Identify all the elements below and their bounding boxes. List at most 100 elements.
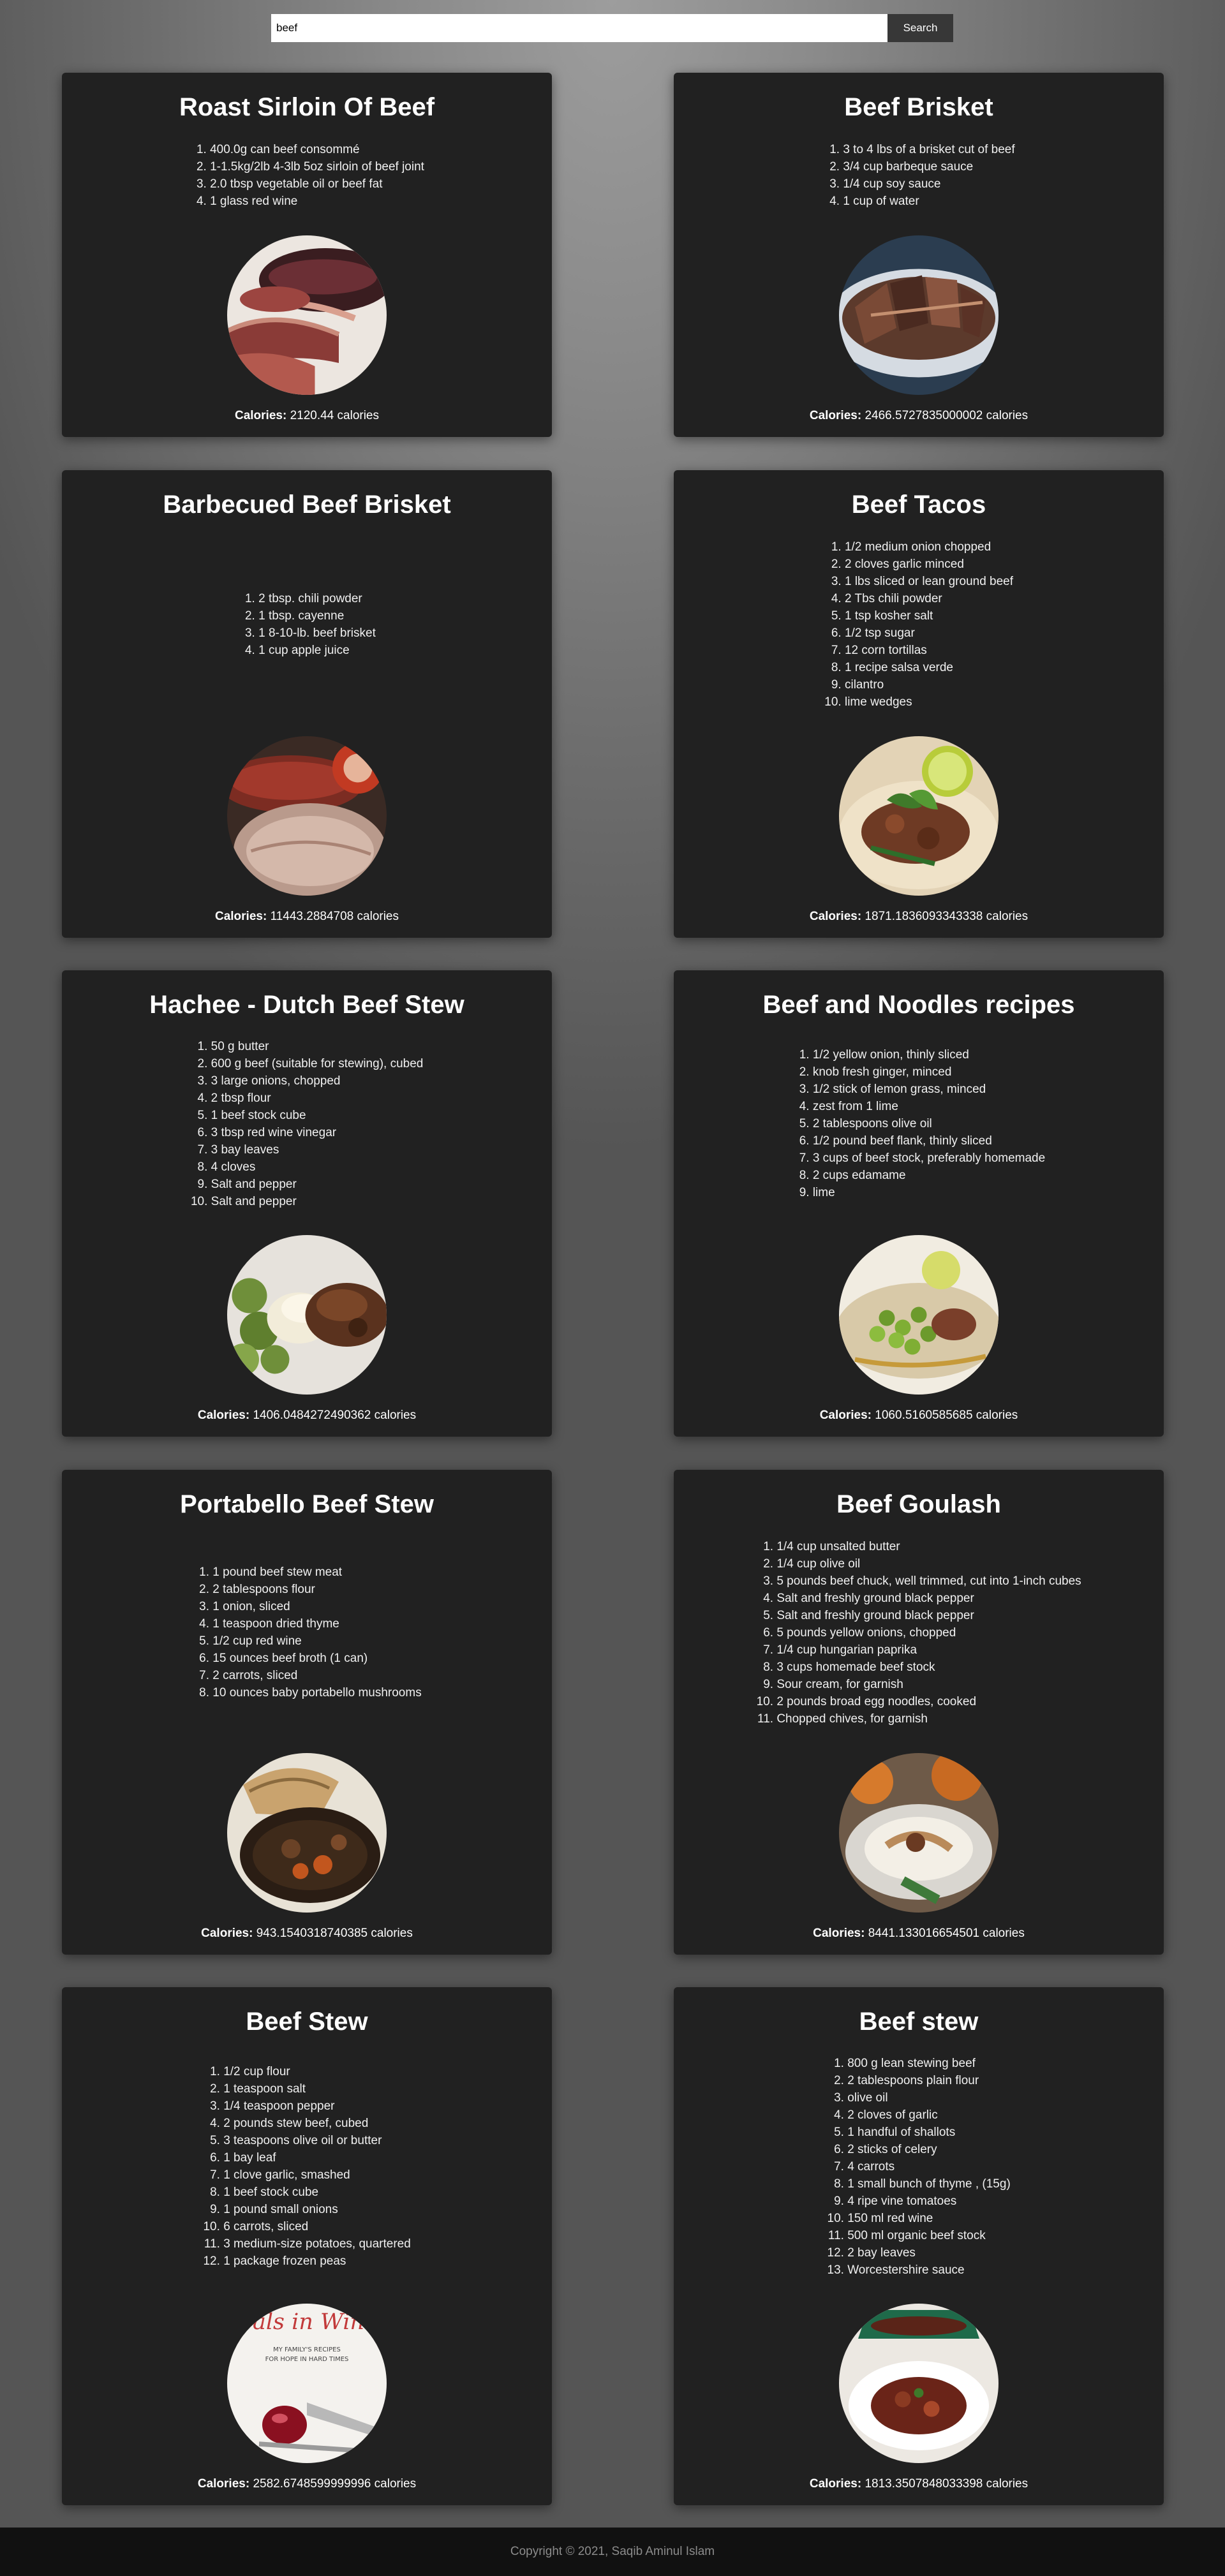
ingredient-item: 2 cloves of garlic [847,2106,1011,2124]
recipe-title: Beef stew [859,2008,979,2036]
ingredient-item: 4 carrots [847,2158,1011,2175]
calories: Calories: 1871.1836093343338 calories [810,910,1028,924]
calories-value: 1871.1836093343338 [865,910,983,923]
ingredient-item: 400.0g can beef consommé [210,141,424,158]
calories-value: 2120.44 [290,409,334,422]
recipe-card: Barbecued Beef Brisket 2 tbsp. chili pow… [62,470,552,938]
ingredient-item: 1/2 cup flour [223,2063,411,2080]
ingredient-item: 2 tablespoons flour [212,1581,421,1598]
copyright-text: Copyright © 2021, Saqib Aminul Islam [510,2545,715,2558]
recipe-card: Beef Goulash 1/4 cup unsalted butter1/4 … [674,1470,1164,1955]
ingredient-item: 1-1.5kg/2lb 4-3lb 5oz sirloin of beef jo… [210,158,424,175]
recipe-card: Beef and Noodles recipes 1/2 yellow onio… [674,970,1164,1437]
calories-label: Calories: [197,1409,250,1422]
ingredient-item: 1 pound small onions [223,2201,411,2218]
recipe-title: Portabello Beef Stew [180,1490,434,1518]
calories-unit: calories [371,1927,413,1940]
calories-value: 11443.2884708 [270,910,354,923]
recipe-photo [227,1753,387,1913]
calories-value: 8441.133016654501 [868,1927,980,1940]
ingredient-item: 2 tablespoons olive oil [813,1115,1045,1132]
ingredient-list: 1/2 cup flour1 teaspoon salt1/4 teaspoon… [203,2063,411,2270]
ingredient-item: 6 carrots, sliced [223,2218,411,2235]
calories: Calories: 11443.2884708 calories [215,910,399,924]
ingredient-item: 1 teaspoon dried thyme [212,1615,421,1632]
ingredient-list: 1/2 medium onion chopped2 cloves garlic … [824,538,1013,711]
recipe-title: Hachee - Dutch Beef Stew [149,991,464,1019]
recipe-card: Beef stew 800 g lean stewing beef2 table… [674,1987,1164,2505]
ingredient-item: 500 ml organic beef stock [847,2227,1011,2244]
calories-label: Calories: [201,1927,253,1940]
calories-label: Calories: [214,910,267,923]
calories-value: 1060.5160585685 [875,1409,973,1422]
ingredient-item: 1/4 cup hungarian paprika [776,1641,1081,1659]
calories-unit: calories [357,910,399,923]
calories-label: Calories: [197,2477,250,2491]
calories: Calories: 1813.3507848033398 calories [810,2477,1028,2491]
ingredient-item: 1/4 cup soy sauce [843,175,1014,193]
ingredient-item: 1/2 yellow onion, thinly sliced [813,1046,1045,1063]
ingredient-item: 800 g lean stewing beef [847,2055,1011,2072]
search-button[interactable]: Search [887,14,953,42]
search-input[interactable] [271,14,887,42]
ingredient-item: Salt and pepper [211,1176,424,1193]
calories-value: 1813.3507848033398 [865,2477,983,2491]
recipe-card: Portabello Beef Stew 1 pound beef stew m… [62,1470,552,1955]
ingredient-item: 2 tablespoons plain flour [847,2072,1011,2089]
ingredient-list: 1/2 yellow onion, thinly slicedknob fres… [792,1046,1045,1201]
cookbook-title: Meals in Winter [227,2309,387,2335]
ingredient-item: 1/2 medium onion chopped [845,538,1013,556]
ingredient-item: 3 cups of beef stock, preferably homemad… [813,1150,1045,1167]
ingredient-item: 15 ounces beef broth (1 can) [212,1650,421,1667]
ingredient-item: Chopped chives, for garnish [776,1710,1081,1728]
calories-value: 1406.0484272490362 [253,1409,371,1422]
ingredient-item: 1 clove garlic, smashed [223,2166,411,2184]
ingredient-item: 2 tbsp flour [211,1090,424,1107]
ingredient-item: 3 teaspoons olive oil or butter [223,2132,411,2149]
ingredient-item: 3 bay leaves [211,1141,424,1158]
ingredient-item: 1/4 cup unsalted butter [776,1538,1081,1555]
ingredient-item: 1 recipe salsa verde [845,659,1013,676]
recipe-card: Hachee - Dutch Beef Stew 50 g butter600 … [62,970,552,1437]
ingredient-item: 5 pounds yellow onions, chopped [776,1624,1081,1641]
calories-label: Calories: [813,1927,865,1940]
ingredient-item: Salt and pepper [211,1193,424,1210]
ingredient-list: 2 tbsp. chili powder1 tbsp. cayenne1 8-1… [238,590,376,659]
ingredient-item: 2 tbsp. chili powder [258,590,376,607]
calories-label: Calories: [234,409,287,422]
footer: Copyright © 2021, Saqib Aminul Islam [0,2528,1225,2576]
ingredient-item: 3 medium-size potatoes, quartered [223,2235,411,2253]
recipe-title: Beef Tacos [851,491,986,519]
ingredient-item: 1 beef stock cube [223,2184,411,2201]
calories-label: Calories: [809,409,862,422]
calories: Calories: 8441.133016654501 calories [813,1927,1025,1941]
ingredient-item: 1/4 teaspoon pepper [223,2098,411,2115]
ingredient-item: 1 onion, sliced [212,1598,421,1615]
recipe-card: Beef Tacos 1/2 medium onion chopped2 clo… [674,470,1164,938]
ingredient-item: 1 pound beef stew meat [212,1564,421,1581]
calories: Calories: 2582.6748599999996 calories [198,2477,416,2491]
calories-label: Calories: [819,1409,872,1422]
ingredient-item: zest from 1 lime [813,1098,1045,1115]
ingredient-item: 1 cup of water [843,193,1014,210]
ingredient-item: 1/4 cup olive oil [776,1555,1081,1573]
ingredient-item: 1 cup apple juice [258,642,376,659]
ingredient-item: 600 g beef (suitable for stewing), cubed [211,1055,424,1072]
calories: Calories: 1060.5160585685 calories [820,1409,1018,1423]
ingredient-item: lime [813,1184,1045,1201]
ingredient-item: Salt and freshly ground black pepper [776,1607,1081,1624]
recipe-title: Beef Brisket [844,93,993,121]
ingredient-item: 1 beef stock cube [211,1107,424,1124]
ingredient-item: 2 bay leaves [847,2244,1011,2261]
ingredient-item: 1 8-10-lb. beef brisket [258,625,376,642]
ingredient-item: 12 corn tortillas [845,642,1013,659]
calories-value: 943.1540318740385 [256,1927,368,1940]
calories-unit: calories [374,2477,417,2491]
ingredient-item: 1 handful of shallots [847,2124,1011,2141]
ingredient-item: 3/4 cup barbeque sauce [843,158,1014,175]
recipe-photo [839,1753,999,1913]
ingredient-item: 4 ripe vine tomatoes [847,2193,1011,2210]
ingredient-item: 1/2 pound beef flank, thinly sliced [813,1132,1045,1150]
recipe-photo [227,235,387,395]
ingredient-item: 1/2 tsp sugar [845,625,1013,642]
